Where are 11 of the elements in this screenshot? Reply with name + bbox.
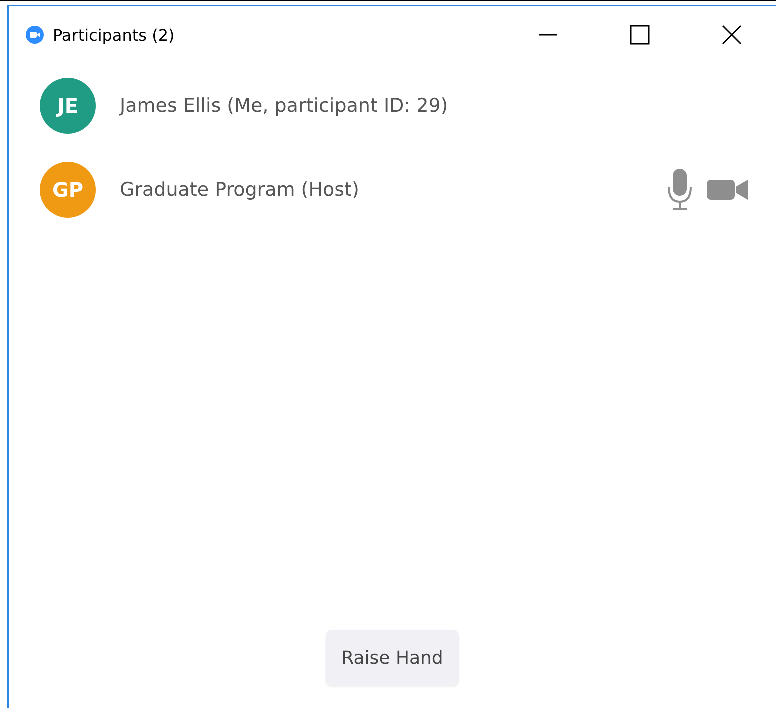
camera-logo-icon: [25, 25, 45, 45]
close-icon[interactable]: [722, 25, 742, 45]
participant-name: James Ellis (Me, participant ID: 29): [120, 95, 448, 117]
video-camera-icon[interactable]: [707, 178, 749, 202]
avatar: JE: [40, 78, 96, 134]
raise-hand-button[interactable]: Raise Hand: [326, 630, 460, 686]
window-title: Participants (2): [53, 26, 175, 44]
participant-name: Graduate Program (Host): [120, 179, 360, 201]
microphone-icon[interactable]: [667, 169, 693, 211]
maximize-icon[interactable]: [630, 25, 650, 45]
avatar: GP: [40, 162, 96, 218]
